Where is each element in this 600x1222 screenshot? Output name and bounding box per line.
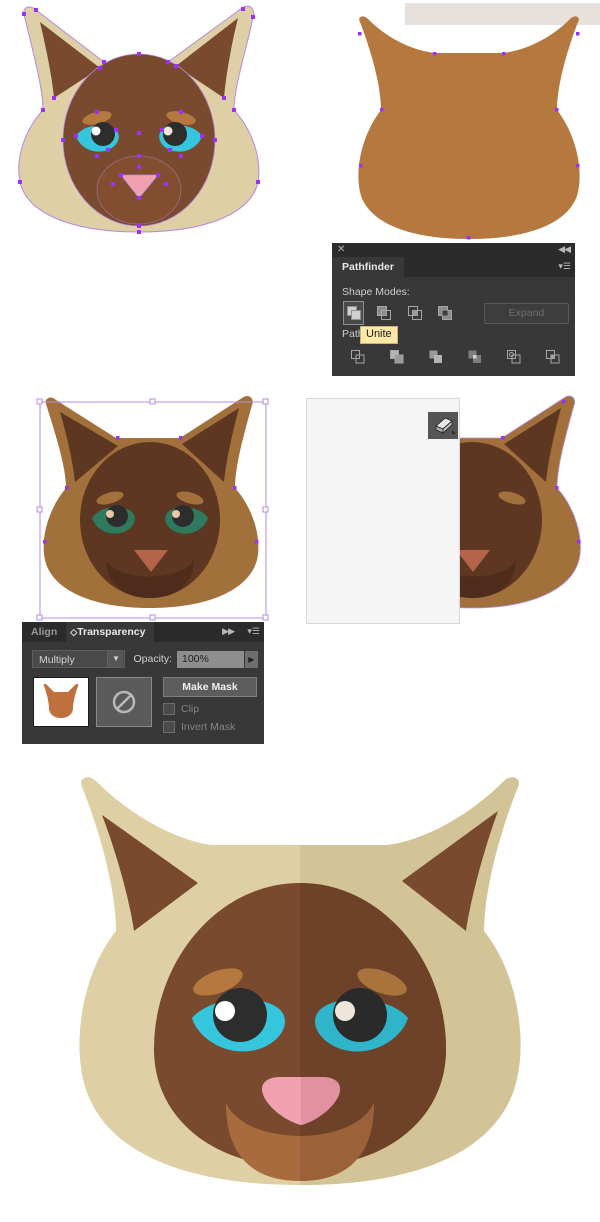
exclude-button[interactable] [435,302,454,324]
tab-align[interactable]: Align [22,622,66,642]
cat-silhouette-united[interactable] [325,14,600,240]
tab-transparency[interactable]: ◇Transparency [66,622,154,642]
divide-button[interactable] [347,346,369,368]
opacity-input[interactable]: 100% [177,651,244,668]
panel-menu-icon[interactable]: ▾☰ [558,261,571,272]
expand-panel-icon[interactable]: ▶▶ [222,626,234,637]
trim-button[interactable] [386,346,408,368]
artwork-thumbnail[interactable] [33,677,89,727]
right-eye-highlight [172,510,180,518]
left-eye-highlight [215,1001,235,1021]
make-mask-button[interactable]: Make Mask [163,677,257,697]
crop-button[interactable] [464,346,486,368]
cat-outlined-with-anchor-points[interactable] [0,0,290,240]
outline-button[interactable] [503,346,525,368]
tab-transparency-label: Transparency [77,626,145,638]
shape-modes-label: Shape Modes: [342,286,569,298]
clip-label: Clip [181,703,199,715]
tab-pathfinder[interactable]: Pathfinder [332,257,404,277]
pathfinder-panel[interactable]: ✕ ◀◀ Pathfinder ▾☰ Shape Modes: [332,243,575,376]
transparency-tabrow: Align ◇Transparency ▶▶ ▾☰ [22,622,264,642]
left-eye-highlight [106,510,114,518]
final-cat-head [79,777,520,1185]
united-cat-silhouette [358,16,579,239]
no-mask-icon [111,689,137,715]
clip-checkbox[interactable] [163,703,175,715]
mask-controls: Make Mask Clip Invert Mask [163,677,257,733]
expand-button[interactable]: Expand [484,303,569,324]
minus-back-button[interactable] [542,346,564,368]
close-icon[interactable]: ✕ [337,244,345,255]
mask-row: Make Mask Clip Invert Mask [33,677,258,733]
blend-opacity-row: Multiply ▼ Opacity: 100% ▶ [32,650,258,668]
pathfinder-titlebar: ✕ ◀◀ [332,243,575,257]
merge-button[interactable] [425,346,447,368]
right-eye-highlight [335,1001,355,1021]
shape-modes-row: Expand [344,302,569,324]
cat-partially-covered[interactable] [440,392,600,622]
collapse-icon[interactable]: ◀◀ [558,244,570,255]
right-eye-highlight [164,127,173,136]
pathfinder-tabrow: Pathfinder ▾☰ [332,257,575,277]
clip-row[interactable]: Clip [163,703,257,715]
eraser-tool-cursor [428,412,458,439]
chevron-down-icon[interactable]: ▼ [107,651,123,667]
invert-mask-row[interactable]: Invert Mask [163,721,257,733]
cat-multiply-selected[interactable] [28,392,278,622]
cat-final-flat[interactable] [60,775,540,1220]
cat-thumbnail-shape [44,684,79,718]
blend-mode-value: Multiply [39,654,75,666]
left-eye-highlight [92,127,101,136]
pathfinders-row [347,346,569,368]
invert-mask-label: Invert Mask [181,721,235,733]
invert-mask-checkbox[interactable] [163,721,175,733]
mask-thumbnail[interactable] [96,677,152,727]
unite-button[interactable] [344,302,363,324]
opacity-label: Opacity: [133,653,172,665]
panel-menu-icon[interactable]: ▾☰ [247,626,260,637]
intersect-button[interactable] [405,302,424,324]
blend-mode-select[interactable]: Multiply ▼ [32,650,125,668]
opacity-stepper-icon[interactable]: ▶ [245,651,258,668]
minus-front-button[interactable] [374,302,393,324]
unite-tooltip: Unite [360,326,398,344]
transparency-panel[interactable]: Align ◇Transparency ▶▶ ▾☰ Multiply ▼ Opa… [22,622,264,744]
